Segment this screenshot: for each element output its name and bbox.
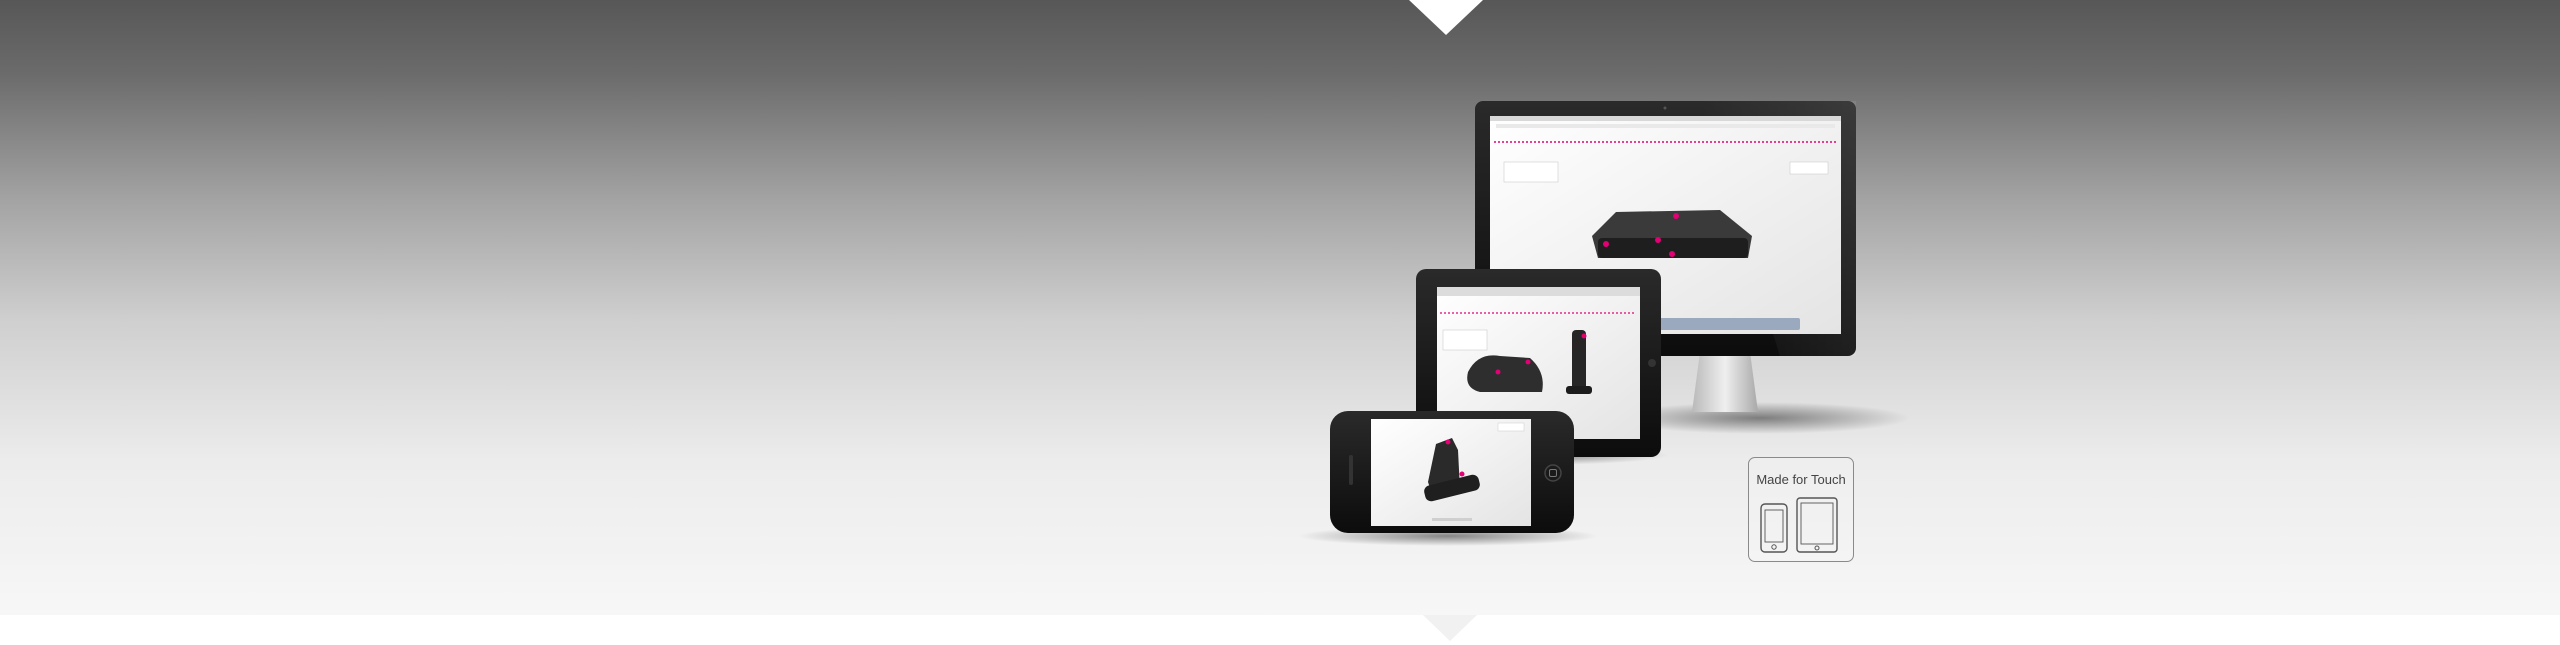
hotspot-dot (1603, 241, 1609, 247)
tablet-info-card (1442, 329, 1488, 351)
monitor-camera (1663, 106, 1667, 110)
monitor-dock (1658, 318, 1800, 330)
tablet-icon (1796, 497, 1838, 553)
phone-home-button (1544, 464, 1562, 482)
hotspot-dot (1669, 251, 1675, 257)
hotspot-dot (1459, 471, 1465, 477)
phone-info-card (1497, 422, 1525, 432)
monitor-info-card-right (1789, 161, 1829, 175)
phone-bottom-bar (1432, 518, 1472, 521)
monitor-stand (1692, 352, 1758, 412)
hotspot-dot (1673, 213, 1679, 219)
cordless-handset (1572, 330, 1586, 390)
hotspot-dot (1655, 237, 1661, 243)
monitor-address-bar (1496, 124, 1835, 128)
hotspot-dot (1581, 333, 1587, 339)
hotspot-dot (1525, 359, 1531, 365)
smartphone-icon (1760, 503, 1788, 553)
tablet-home-button (1648, 359, 1656, 367)
cordless-base (1566, 386, 1592, 394)
made-for-touch-badge: Made for Touch (1748, 457, 1854, 562)
monitor-info-card (1503, 161, 1559, 183)
hotspot-dot (1445, 439, 1451, 445)
smartphone (1298, 411, 1598, 546)
desk-phone (1467, 355, 1543, 392)
phone-speaker (1349, 455, 1353, 485)
badge-device-icons (1760, 497, 1838, 553)
hotspot-dot (1495, 369, 1501, 375)
device-showcase (1298, 101, 1910, 546)
badge-label: Made for Touch (1756, 472, 1846, 487)
monitor-menubar (1490, 116, 1841, 121)
tablet-browser-bar (1437, 287, 1640, 296)
